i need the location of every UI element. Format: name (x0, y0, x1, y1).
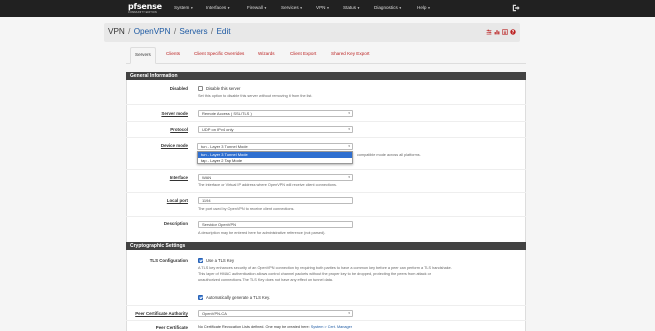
interface-label: Interface (169, 175, 188, 180)
nav-services[interactable]: Services▼ (281, 5, 303, 10)
general-info-header: General Information (126, 72, 526, 80)
tab-clients[interactable]: Clients (166, 51, 180, 56)
description-label: Description (163, 221, 188, 226)
nav-firewall[interactable]: Firewall▼ (247, 5, 267, 10)
top-navbar: pfsense COMMUNITY EDITION System▼ Interf… (0, 0, 655, 17)
nav-system[interactable]: System▼ (174, 5, 193, 10)
nav-vpn[interactable]: VPN▼ (316, 5, 329, 10)
list-icon[interactable] (502, 29, 508, 35)
tls-config-label: TLS Configuration (149, 258, 188, 263)
chevron-down-icon: ▾ (348, 127, 350, 131)
tls-help-line-1: A TLS key enhances security of an OpenVP… (198, 266, 452, 270)
breadcrumb-separator: / (128, 27, 131, 36)
protocol-select[interactable]: UDP on IPv4 only ▾ (198, 126, 353, 133)
breadcrumb-vpn: VPN (108, 27, 125, 36)
tab-client-specific-overrides[interactable]: Client Specific Overrides (194, 51, 244, 56)
device-mode-option-tap[interactable]: tap - Layer 2 Tap Mode (198, 158, 352, 164)
caret-down-icon: ▼ (263, 6, 267, 10)
chevron-down-icon: ▾ (348, 311, 350, 315)
logo-text: sense (136, 2, 162, 11)
bar-chart-icon[interactable] (494, 29, 500, 35)
caret-down-icon: ▼ (299, 6, 303, 10)
logo-prefix: pf (128, 2, 137, 11)
row-divider (126, 137, 526, 138)
nav-interfaces[interactable]: Interfaces▼ (206, 5, 230, 10)
breadcrumb-actions: ? (486, 29, 516, 35)
crypto-settings-header: Cryptographic Settings (126, 242, 526, 250)
auto-generate-tls-checkbox[interactable] (198, 295, 203, 300)
breadcrumb-separator: / (210, 27, 214, 36)
disabled-help: Set this option to disable this server w… (198, 94, 313, 98)
device-mode-help: compatible mode across all platforms. (357, 153, 421, 157)
breadcrumb: VPN / OpenVPN / Servers / Edit (108, 27, 231, 36)
caret-down-icon: ▼ (357, 6, 361, 10)
chevron-down-icon: ▾ (348, 144, 350, 148)
description-help: A description may be entered here for ad… (198, 231, 326, 235)
tab-shared-key-export[interactable]: Shared Key Export (331, 51, 370, 56)
help-icon[interactable]: ? (510, 29, 516, 35)
nav-status[interactable]: Status▼ (343, 5, 360, 10)
device-mode-label: Device mode (160, 143, 188, 148)
server-mode-select[interactable]: Remote Access ( SSL/TLS ) ▾ (198, 110, 353, 117)
breadcrumb-edit[interactable]: Edit (216, 27, 230, 36)
chevron-down-icon: ▾ (348, 111, 350, 115)
protocol-label: Protocol (170, 127, 188, 132)
logout-icon[interactable] (512, 4, 520, 12)
device-mode-dropdown: tun - Layer 3 Tunnel Mode tap - Layer 2 … (197, 151, 353, 164)
caret-down-icon: ▼ (427, 6, 431, 10)
caret-down-icon: ▼ (398, 6, 402, 10)
chevron-down-icon: ▾ (348, 175, 350, 179)
local-port-input[interactable]: 1194 (198, 197, 353, 204)
pfsense-logo[interactable]: pfsense COMMUNITY EDITION (128, 2, 162, 15)
peer-ca-select[interactable]: OpenVPN-CA ▾ (198, 310, 353, 317)
caret-down-icon: ▼ (227, 6, 231, 10)
tab-servers[interactable]: Servers (130, 47, 156, 64)
local-port-label: Local port (166, 198, 188, 203)
peer-cert-label: Peer Certificate (155, 325, 188, 330)
server-mode-label: Server mode (161, 111, 188, 116)
tab-client-export[interactable]: Client Export (290, 51, 316, 56)
row-divider (126, 305, 526, 306)
tls-help-line-2: This layer of HMAC authentication allows… (198, 272, 431, 276)
sliders-icon[interactable] (486, 29, 492, 35)
tab-bar: Servers Clients Client Specific Override… (126, 47, 526, 64)
nav-help[interactable]: Help▼ (417, 5, 430, 10)
row-divider (126, 320, 526, 321)
interface-help: The interface or Virtual IP address wher… (198, 183, 337, 187)
description-input[interactable]: Servidor OpenVPN (198, 221, 353, 228)
local-port-help: The port used by OpenVPN to receive clie… (198, 207, 295, 211)
row-divider (126, 216, 526, 217)
peer-cert-text: No Certificate Revocation Lists defined.… (198, 325, 352, 329)
disabled-checkbox[interactable] (198, 86, 203, 91)
form-panel (126, 80, 526, 331)
row-divider (126, 169, 526, 170)
caret-down-icon: ▼ (190, 6, 194, 10)
breadcrumb-separator: / (173, 27, 177, 36)
auto-generate-tls-label[interactable]: Automatically generate a TLS Key. (206, 295, 270, 300)
row-divider (126, 104, 526, 105)
peer-ca-label: Peer Certificate Authority (135, 311, 188, 316)
disabled-checkbox-label[interactable]: Disable this server (206, 86, 240, 91)
nav-diagnostics[interactable]: Diagnostics▼ (374, 5, 402, 10)
row-divider (126, 192, 526, 193)
breadcrumb-openvpn[interactable]: OpenVPN (134, 27, 171, 36)
row-divider (126, 121, 526, 122)
disabled-label: Disabled (169, 86, 188, 91)
breadcrumb-servers[interactable]: Servers (179, 27, 207, 36)
logo-subtitle: COMMUNITY EDITION (128, 11, 157, 14)
tab-wizards[interactable]: Wizards (258, 51, 275, 56)
use-tls-key-checkbox[interactable] (198, 258, 203, 263)
interface-select[interactable]: WAN ▾ (198, 174, 353, 181)
device-mode-select[interactable]: tun - Layer 3 Tunnel Mode ▾ (197, 143, 353, 150)
use-tls-key-label[interactable]: Use a TLS Key (206, 258, 234, 263)
caret-down-icon: ▼ (326, 6, 330, 10)
cert-manager-link[interactable]: System > Cert. Manager (311, 325, 352, 329)
breadcrumb-panel: VPN / OpenVPN / Servers / Edit ? (104, 23, 520, 42)
tls-help-line-3: unauthorized connections.The TLS Key doe… (198, 278, 333, 282)
